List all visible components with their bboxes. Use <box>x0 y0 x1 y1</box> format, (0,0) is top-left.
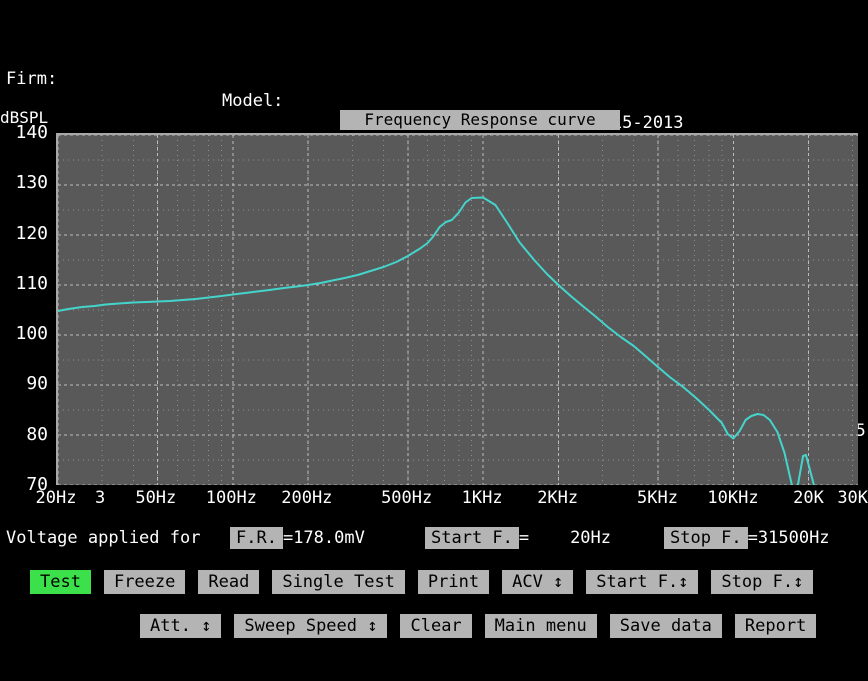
button-read[interactable]: Read <box>198 570 259 594</box>
y-tick-140: 140 <box>0 124 48 142</box>
voltage-settings-row: Voltage applied for F.R.=178.0mV Start F… <box>0 525 868 551</box>
button-print[interactable]: Print <box>418 570 489 594</box>
stop-chip-label[interactable]: Stop F. <box>664 527 748 549</box>
y-tick-90: 90 <box>0 375 48 393</box>
start-frequency-field[interactable]: Start F.= 20Hz <box>425 525 611 551</box>
x-tick-200Hz: 200Hz <box>272 490 342 507</box>
frequency-response-analyzer-window: Firm: Model: DATE:03-15-2013 TIME:19:23:… <box>0 0 868 661</box>
button-main-menu[interactable]: Main menu <box>485 614 597 638</box>
plot-area[interactable] <box>56 133 858 485</box>
y-tick-130: 130 <box>0 174 48 192</box>
button-start-f[interactable]: Start F.↕ <box>586 570 698 594</box>
button-row-primary: Test Freeze Read Single Test Print ACV ↕ Start… <box>0 570 868 598</box>
firm-label: Firm: <box>6 68 57 90</box>
plot-svg <box>58 135 858 485</box>
y-tick-110: 110 <box>0 275 48 293</box>
x-tick-500Hz: 500Hz <box>372 490 442 507</box>
button-freeze[interactable]: Freeze <box>104 570 185 594</box>
button-att[interactable]: Att. ↕ <box>140 614 221 638</box>
y-tick-100: 100 <box>0 325 48 343</box>
button-single-test[interactable]: Single Test <box>272 570 405 594</box>
x-tick-5KHz: 5KHz <box>622 490 692 507</box>
voltage-applied-label: Voltage applied for <box>6 525 200 551</box>
start-frequency-value: = 20Hz <box>519 528 611 548</box>
x-tick-50Hz: 50Hz <box>121 490 191 507</box>
x-tick-10KHz: 10KHz <box>698 490 768 507</box>
button-sweep-speed[interactable]: Sweep Speed ↕ <box>234 614 387 638</box>
x-tick-30K: 30K <box>818 490 868 507</box>
y-tick-120: 120 <box>0 225 48 243</box>
fr-chip-label[interactable]: F.R. <box>230 527 283 549</box>
stop-frequency-field[interactable]: Stop F.=31500Hz <box>664 525 830 551</box>
x-tick-2KHz: 2KHz <box>523 490 593 507</box>
stop-frequency-value: =31500Hz <box>748 528 830 548</box>
x-tick-100Hz: 100Hz <box>196 490 266 507</box>
fr-voltage-value: =178.0mV <box>283 528 365 548</box>
button-save-data[interactable]: Save data <box>610 614 722 638</box>
frequency-response-chart: dBSPL Frequency Response curve 708090100… <box>0 110 868 518</box>
button-report[interactable]: Report <box>735 614 816 638</box>
curve-0 <box>58 198 858 486</box>
x-tick-1KHz: 1KHz <box>447 490 517 507</box>
model-label: Model: <box>222 90 283 112</box>
button-clear[interactable]: Clear <box>400 614 471 638</box>
button-stop-f[interactable]: Stop F.↕ <box>711 570 813 594</box>
button-test[interactable]: Test <box>30 570 91 594</box>
start-chip-label[interactable]: Start F. <box>425 527 519 549</box>
fr-voltage-field[interactable]: F.R.=178.0mV <box>230 525 365 551</box>
header-row-firm-model-date-time: Firm: Model: DATE:03-15-2013 TIME:19:23:… <box>0 46 868 68</box>
y-tick-80: 80 <box>0 426 48 444</box>
chart-title: Frequency Response curve <box>340 110 620 130</box>
button-acv[interactable]: ACV ↕ <box>502 570 573 594</box>
button-row-secondary: Att. ↕ Sweep Speed ↕ Clear Main menu Save da… <box>0 614 868 642</box>
